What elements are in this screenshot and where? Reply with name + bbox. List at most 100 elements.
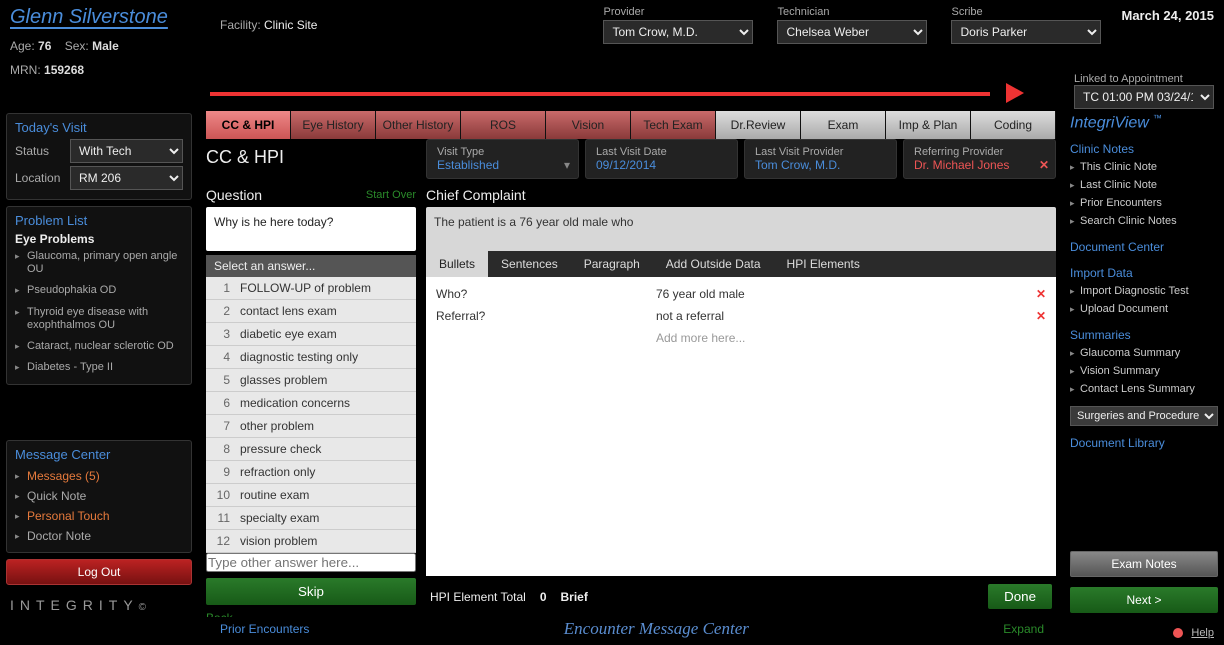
- location-label: Location: [15, 171, 70, 185]
- technician-select[interactable]: Chelsea Weber: [777, 20, 927, 44]
- scribe-select[interactable]: Doris Parker: [951, 20, 1101, 44]
- bullet-row: Who?76 year old male✕: [436, 283, 1046, 305]
- import-item[interactable]: Upload Document: [1070, 300, 1218, 318]
- provider-label: Provider: [603, 6, 753, 18]
- answer-option[interactable]: 7other problem: [206, 415, 416, 438]
- problem-list-item[interactable]: Thyroid eye disease with exophthalmos OU: [15, 302, 183, 336]
- skip-button[interactable]: Skip: [206, 578, 416, 605]
- summary-item[interactable]: Contact Lens Summary: [1070, 380, 1218, 398]
- encounter-message-center-title: Encounter Message Center: [564, 619, 749, 639]
- next-button[interactable]: Next >: [1070, 587, 1218, 613]
- other-answer-input[interactable]: [206, 553, 416, 572]
- hpi-brief: Brief: [561, 590, 588, 604]
- message-center-item[interactable]: Messages (5): [15, 466, 183, 486]
- clinic-notes-heading: Clinic Notes: [1070, 142, 1218, 156]
- surgeries-select[interactable]: Surgeries and Procedures: [1070, 406, 1218, 426]
- problem-list-panel: Problem List Eye Problems Glaucoma, prim…: [6, 206, 192, 385]
- answer-option[interactable]: 2contact lens exam: [206, 300, 416, 323]
- help-link[interactable]: Help: [1191, 627, 1214, 639]
- tab-other-history[interactable]: Other History: [376, 111, 461, 139]
- answer-option[interactable]: 5glasses problem: [206, 369, 416, 392]
- clinic-note-item[interactable]: Last Clinic Note: [1070, 176, 1218, 194]
- status-select[interactable]: With Tech: [70, 139, 183, 163]
- tab-vision[interactable]: Vision: [546, 111, 631, 139]
- answer-prompt: Select an answer...: [206, 255, 416, 277]
- hpi-total-label: HPI Element Total: [430, 590, 526, 604]
- exam-notes-button[interactable]: Exam Notes: [1070, 551, 1218, 577]
- logout-button[interactable]: Log Out: [6, 559, 192, 585]
- chief-complaint-heading: Chief Complaint: [426, 187, 1056, 203]
- answer-option[interactable]: 8pressure check: [206, 438, 416, 461]
- visit-type-card[interactable]: Visit Type Established: [426, 139, 579, 179]
- answer-option[interactable]: 11specialty exam: [206, 507, 416, 530]
- subtab-add-outside-data[interactable]: Add Outside Data: [653, 251, 774, 277]
- tab-cc-hpi[interactable]: CC & HPI: [206, 111, 291, 139]
- progress-arrow: [210, 90, 1010, 98]
- problem-list-item[interactable]: Diabetes - Type II: [15, 357, 183, 378]
- tab-dr-review[interactable]: Dr.Review: [716, 111, 801, 139]
- question-heading: Question: [206, 187, 262, 203]
- status-label: Status: [15, 144, 70, 158]
- technician-label: Technician: [777, 6, 927, 18]
- tab-coding[interactable]: Coding: [971, 111, 1056, 139]
- import-item[interactable]: Import Diagnostic Test: [1070, 282, 1218, 300]
- tab-exam[interactable]: Exam: [801, 111, 886, 139]
- remove-bullet-icon[interactable]: ✕: [1036, 287, 1046, 301]
- document-center-link[interactable]: Document Center: [1070, 240, 1218, 254]
- location-select[interactable]: RM 206: [70, 166, 183, 190]
- linked-appointment-select[interactable]: TC 01:00 PM 03/24/15: [1074, 85, 1214, 109]
- sex-value: Male: [92, 39, 119, 53]
- summaries-heading: Summaries: [1070, 328, 1218, 342]
- integriview-title: IntegriView ™: [1070, 113, 1218, 132]
- todays-visit-panel: Today's Visit StatusWith Tech LocationRM…: [6, 113, 192, 200]
- summary-item[interactable]: Vision Summary: [1070, 362, 1218, 380]
- tab-ros[interactable]: ROS: [461, 111, 546, 139]
- problem-list-item[interactable]: Glaucoma, primary open angle OU: [15, 246, 183, 280]
- document-library-link[interactable]: Document Library: [1070, 436, 1218, 450]
- tab-eye-history[interactable]: Eye History: [291, 111, 376, 139]
- tab-tech-exam[interactable]: Tech Exam: [631, 111, 716, 139]
- chief-complaint-text: The patient is a 76 year old male who: [426, 207, 1056, 251]
- answer-option[interactable]: 12vision problem: [206, 530, 416, 553]
- answer-option[interactable]: 6medication concerns: [206, 392, 416, 415]
- subtab-hpi-elements[interactable]: HPI Elements: [774, 251, 873, 277]
- problem-list-item[interactable]: Cataract, nuclear sclerotic OD: [15, 336, 183, 357]
- problem-list-title: Problem List: [15, 213, 183, 228]
- patient-name[interactable]: Glenn Silverstone: [10, 6, 210, 29]
- problem-list-subtitle: Eye Problems: [15, 232, 183, 246]
- remove-referring-icon[interactable]: ✕: [1039, 158, 1049, 172]
- message-center-item[interactable]: Personal Touch: [15, 506, 183, 526]
- problem-list-item[interactable]: Pseudophakia OD: [15, 280, 183, 301]
- done-button[interactable]: Done: [988, 584, 1052, 609]
- message-center-item[interactable]: Quick Note: [15, 486, 183, 506]
- add-more-row[interactable]: Add more here...: [436, 327, 1046, 349]
- prior-encounters-link[interactable]: Prior Encounters: [220, 622, 309, 636]
- answer-option[interactable]: 9refraction only: [206, 461, 416, 484]
- message-center-item[interactable]: Doctor Note: [15, 526, 183, 546]
- tab-imp-plan[interactable]: Imp & Plan: [886, 111, 971, 139]
- hpi-total: 0: [540, 590, 547, 604]
- answer-option[interactable]: 3diabetic eye exam: [206, 323, 416, 346]
- remove-bullet-icon[interactable]: ✕: [1036, 309, 1046, 323]
- subtab-sentences[interactable]: Sentences: [488, 251, 571, 277]
- bullet-row: Referral?not a referral✕: [436, 305, 1046, 327]
- question-text: Why is he here today?: [206, 207, 416, 251]
- provider-select[interactable]: Tom Crow, M.D.: [603, 20, 753, 44]
- start-over-link[interactable]: Start Over: [366, 189, 416, 201]
- section-title: CC & HPI: [206, 147, 416, 168]
- answer-option[interactable]: 1FOLLOW-UP of problem: [206, 277, 416, 300]
- subtab-paragraph[interactable]: Paragraph: [571, 251, 653, 277]
- answer-option[interactable]: 4diagnostic testing only: [206, 346, 416, 369]
- age-value: 76: [38, 39, 51, 53]
- facility-label: Facility:: [220, 18, 261, 32]
- import-data-heading: Import Data: [1070, 266, 1218, 280]
- summary-item[interactable]: Glaucoma Summary: [1070, 344, 1218, 362]
- clinic-note-item[interactable]: Search Clinic Notes: [1070, 212, 1218, 230]
- answer-option[interactable]: 10routine exam: [206, 484, 416, 507]
- clinic-note-item[interactable]: Prior Encounters: [1070, 194, 1218, 212]
- expand-link[interactable]: Expand: [1003, 622, 1044, 636]
- clinic-note-item[interactable]: This Clinic Note: [1070, 158, 1218, 176]
- message-center-panel: Message Center Messages (5)Quick NotePer…: [6, 440, 192, 553]
- subtab-bullets[interactable]: Bullets: [426, 251, 488, 277]
- record-indicator-icon: [1173, 628, 1183, 638]
